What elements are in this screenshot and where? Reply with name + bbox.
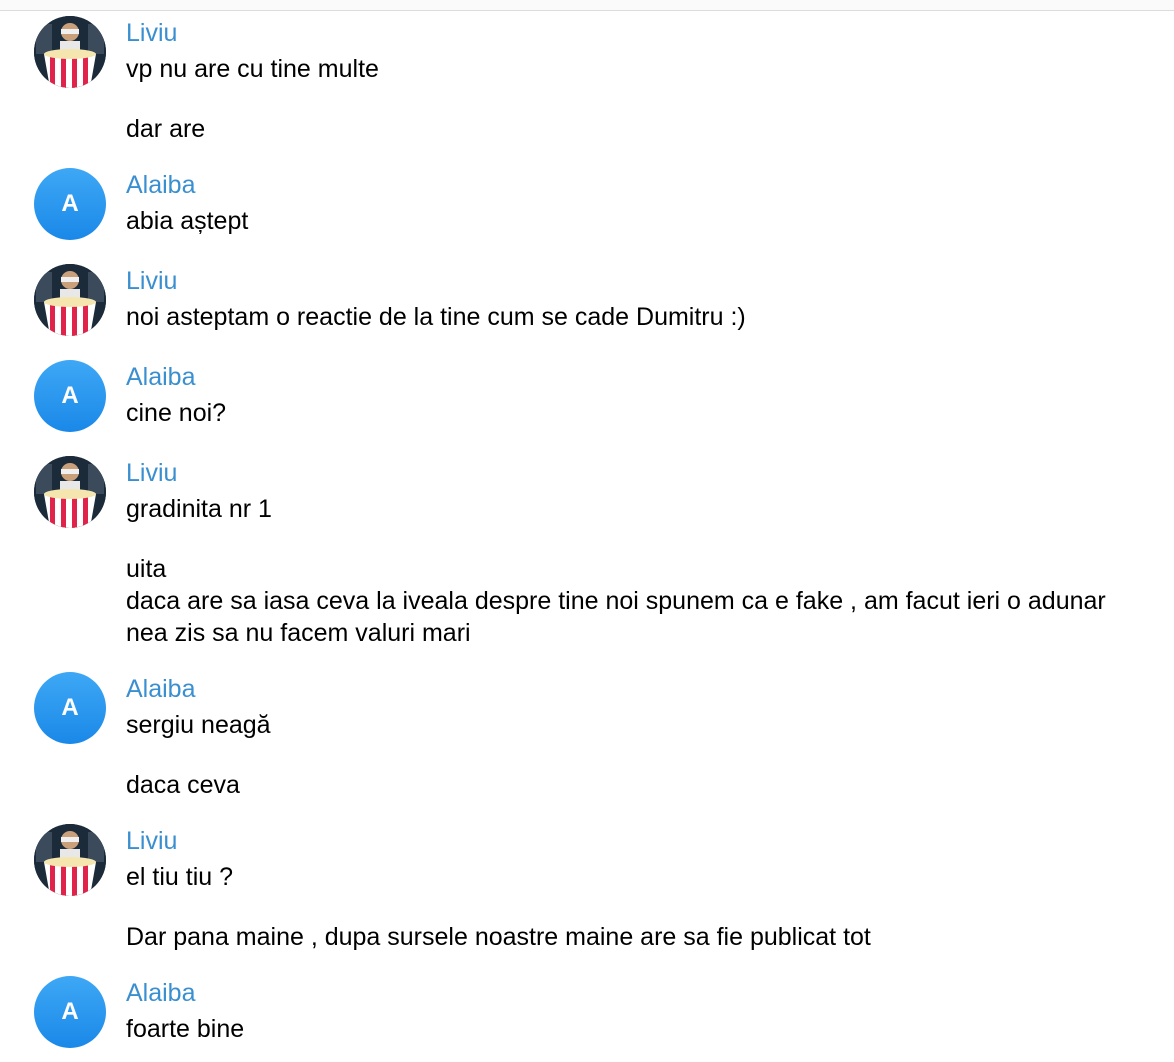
message-text: cine noi? <box>126 399 227 427</box>
sender-name[interactable]: Liviu <box>126 826 177 856</box>
avatar-liviu[interactable] <box>34 456 106 528</box>
sender-name[interactable]: Liviu <box>126 18 177 48</box>
message-text: daca are sa iasa ceva la iveala despre t… <box>126 587 1106 615</box>
message-text: uita <box>126 555 167 583</box>
popcorn-avatar-icon <box>34 264 106 336</box>
message-text: vp nu are cu tine multe <box>126 55 379 83</box>
popcorn-avatar-icon <box>34 16 106 88</box>
message-text: abia aștept <box>126 207 249 235</box>
avatar-alaiba[interactable]: A <box>34 672 106 744</box>
avatar-alaiba[interactable]: A <box>34 976 106 1048</box>
chat-top-divider <box>0 0 1174 11</box>
sender-name[interactable]: Alaiba <box>126 978 196 1008</box>
message-text: dar are <box>126 115 206 143</box>
avatar-liviu[interactable] <box>34 16 106 88</box>
message-text: sergiu neagă <box>126 711 271 739</box>
message-text: gradinita nr 1 <box>126 495 272 523</box>
popcorn-avatar-icon <box>34 824 106 896</box>
sender-name[interactable]: Alaiba <box>126 170 196 200</box>
message-text: noi asteptam o reactie de la tine cum se… <box>126 303 746 331</box>
message-text: el tiu tiu ? <box>126 863 234 891</box>
message-text: foarte bine <box>126 1015 245 1043</box>
avatar-liviu[interactable] <box>34 824 106 896</box>
popcorn-avatar-icon <box>34 456 106 528</box>
sender-name[interactable]: Liviu <box>126 266 177 296</box>
sender-name[interactable]: Alaiba <box>126 674 196 704</box>
message-text: daca ceva <box>126 771 240 799</box>
avatar-alaiba[interactable]: A <box>34 168 106 240</box>
sender-name[interactable]: Alaiba <box>126 362 196 392</box>
avatar-alaiba[interactable]: A <box>34 360 106 432</box>
message-text: nea zis sa nu facem valuri mari <box>126 619 471 647</box>
message-text: Dar pana maine , dupa sursele noastre ma… <box>126 923 871 951</box>
sender-name[interactable]: Liviu <box>126 458 177 488</box>
avatar-liviu[interactable] <box>34 264 106 336</box>
